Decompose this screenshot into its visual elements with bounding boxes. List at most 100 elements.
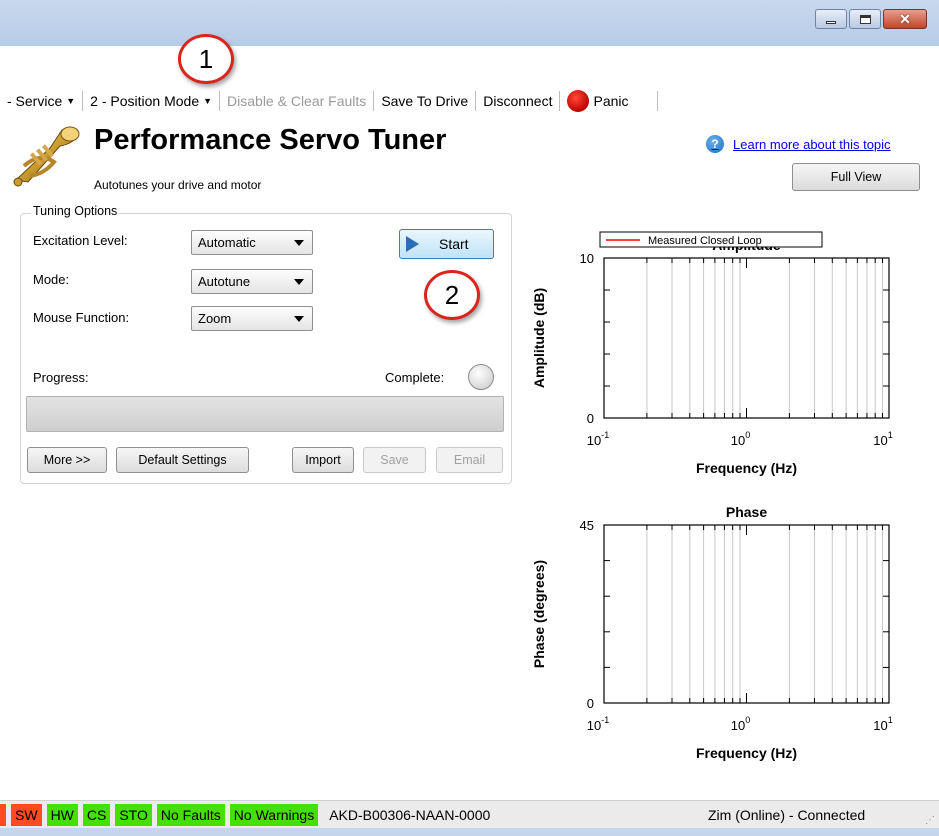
status-indicator: [0, 803, 6, 826]
email-button[interactable]: Email: [436, 447, 503, 473]
x-tick-label: 100: [731, 430, 750, 448]
drive-model: AKD-B00306-NAAN-0000: [329, 806, 491, 823]
y-tick-label: 10: [580, 251, 594, 266]
x-tick-base: 10: [587, 433, 601, 448]
toolbar-separator: [656, 91, 658, 111]
mouse-function-value: Zoom: [198, 311, 232, 326]
y-axis-label: Amplitude (dB): [531, 288, 547, 388]
panic-icon: [567, 90, 590, 112]
trumpet-icon: [13, 126, 80, 187]
mouse-function-select[interactable]: Zoom: [191, 306, 313, 331]
callout-1: 1: [178, 34, 234, 84]
amplitude-chart[interactable]: 10-1100101100AmplitudeFrequency (Hz)Ampl…: [528, 205, 928, 490]
save-to-drive-button[interactable]: Save To Drive: [374, 93, 475, 109]
maximize-icon: [859, 14, 871, 24]
full-view-button[interactable]: Full View: [792, 163, 920, 191]
play-icon: [406, 236, 419, 252]
page-subtitle: Autotunes your drive and motor: [94, 178, 262, 192]
excitation-level-label: Excitation Level:: [33, 233, 128, 248]
status-indicator: SW: [11, 803, 42, 826]
email-label: Email: [453, 453, 486, 467]
toolbar-service-menu[interactable]: - Service ▼: [0, 93, 82, 109]
x-tick-base: 10: [873, 433, 887, 448]
x-tick-label: 10-1: [587, 430, 609, 448]
panic-label: Panic: [593, 93, 629, 109]
x-tick-label: 101: [873, 430, 892, 448]
callout-1-label: 1: [198, 43, 214, 74]
toolbar-item-label: - Service: [7, 93, 63, 109]
start-label: Start: [439, 236, 469, 252]
maximize-button[interactable]: [849, 9, 881, 29]
x-tick-exponent: -1: [601, 430, 609, 440]
minimize-button[interactable]: [815, 9, 847, 29]
minimize-icon: [826, 20, 836, 24]
x-tick-label: 101: [873, 715, 892, 733]
progress-bar: [26, 396, 504, 432]
save-label: Save: [380, 453, 409, 467]
close-button[interactable]: ✕: [883, 9, 927, 29]
toolbar-item-label: Disconnect: [483, 93, 553, 109]
chevron-down-icon: ▼: [66, 96, 76, 106]
x-tick-label: 100: [731, 715, 750, 733]
x-axis-label: Frequency (Hz): [696, 460, 797, 476]
y-tick-label: 0: [587, 696, 594, 711]
help-link-text: Learn more about this topic: [733, 136, 891, 152]
toolbar-position-mode-menu[interactable]: 2 - Position Mode ▼: [83, 93, 219, 109]
chevron-down-icon: [294, 240, 304, 246]
excitation-level-select[interactable]: Automatic: [191, 230, 313, 255]
phase-chart[interactable]: 10-1 100 101450PhaseFrequency (Hz)Phase (d…: [528, 495, 928, 785]
x-tick-label: 10-1: [587, 715, 609, 733]
y-axis-label: Phase (degrees): [531, 560, 547, 668]
status-indicator: CS: [82, 803, 111, 826]
x-tick-exponent: 1: [888, 715, 893, 725]
x-tick-base: 10: [587, 718, 601, 733]
excitation-level-value: Automatic: [198, 235, 256, 250]
x-axis-label: Frequency (Hz): [696, 745, 797, 761]
x-tick-base: 10: [873, 718, 887, 733]
mode-select[interactable]: Autotune: [191, 269, 313, 294]
status-indicator: No Warnings: [229, 803, 319, 826]
status-indicator: HW: [46, 803, 78, 826]
help-link[interactable]: ? Learn more about this topic: [706, 135, 891, 153]
window-controls: ✕: [815, 9, 927, 29]
default-settings-button[interactable]: Default Settings: [116, 447, 249, 473]
tuning-options-label: Tuning Options: [31, 204, 120, 218]
start-button[interactable]: Start: [399, 229, 494, 259]
window-bottom-border: [0, 828, 939, 836]
more-button[interactable]: More >>: [27, 447, 107, 473]
import-label: Import: [305, 453, 341, 467]
save-button[interactable]: Save: [363, 447, 426, 473]
y-tick-label: 0: [587, 411, 594, 426]
status-indicators: SW HW CS STO No Faults No Warnings: [0, 803, 323, 826]
connection-status: Zim (Online) - Connected: [708, 806, 866, 823]
progress-label: Progress:: [33, 370, 89, 385]
close-icon: ✕: [899, 10, 911, 27]
toolbar-item-label: Disable & Clear Faults: [227, 93, 367, 109]
chevron-down-icon: [294, 279, 304, 285]
x-tick-exponent: 1: [888, 430, 893, 440]
x-tick-exponent: 0: [745, 430, 750, 440]
x-tick-base: 10: [731, 718, 745, 733]
panic-button[interactable]: Panic: [560, 90, 656, 112]
disable-clear-faults-button[interactable]: Disable & Clear Faults: [220, 93, 373, 109]
page-title: Performance Servo Tuner: [94, 124, 447, 156]
status-bar: SW HW CS STO No Faults No Warnings AKD-B00306…: [0, 800, 939, 828]
status-indicator: No Faults: [156, 803, 225, 826]
import-button[interactable]: Import: [292, 447, 354, 473]
full-view-label: Full View: [830, 170, 882, 184]
help-icon: ?: [706, 135, 724, 153]
toolbar-item-label: 2 - Position Mode: [90, 93, 200, 109]
toolbar: - Service ▼ 2 - Position Mode ▼ Disable & …: [0, 46, 939, 118]
x-tick-base: 10: [731, 433, 745, 448]
complete-label: Complete:: [385, 370, 445, 385]
disconnect-button[interactable]: Disconnect: [476, 93, 559, 109]
chevron-down-icon: ▼: [203, 96, 213, 106]
mode-value: Autotune: [198, 274, 251, 289]
mouse-function-label: Mouse Function:: [33, 310, 130, 325]
resize-grip-icon[interactable]: ⋰: [925, 815, 935, 826]
toolbar-item-label: Save To Drive: [381, 93, 469, 109]
legend-label: Measured Closed Loop: [648, 235, 762, 247]
x-tick-exponent: 0: [745, 715, 750, 725]
y-tick-label: 45: [580, 518, 594, 533]
chart-title: Phase: [726, 504, 767, 520]
